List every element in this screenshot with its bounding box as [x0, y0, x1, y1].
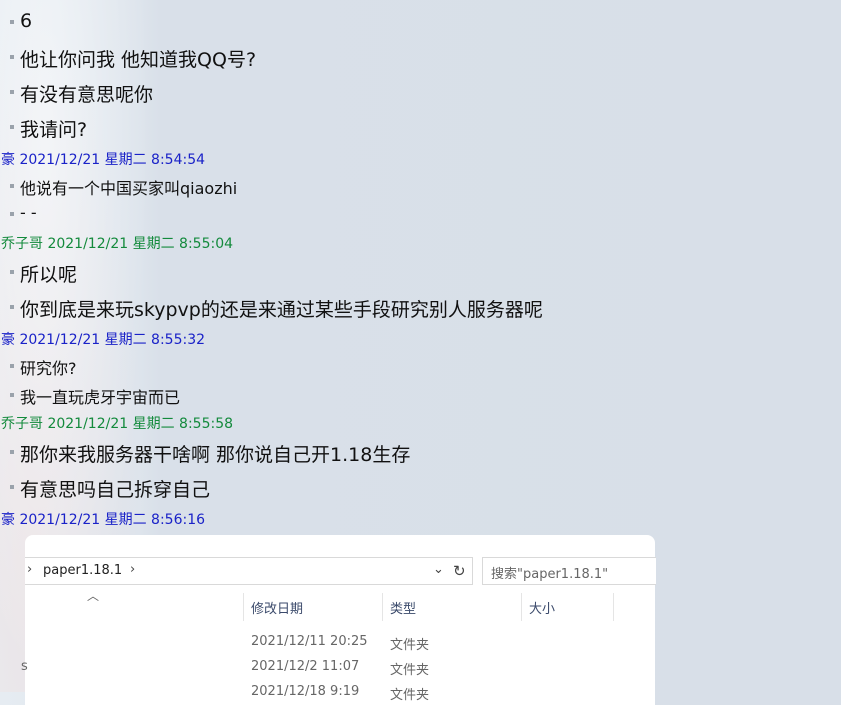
row-type: 文件夹 [390, 638, 430, 653]
row-date: 2021/12/11 20:25 [251, 634, 368, 649]
bullet [10, 184, 14, 188]
bullet [10, 485, 14, 489]
message-text: 研究你? [20, 359, 77, 378]
column-divider [521, 593, 522, 621]
search-placeholder: 搜索"paper1.18.1" [491, 567, 609, 582]
chevron-right-icon: › [27, 562, 33, 577]
search-box: 搜索"paper1.18.1" [482, 557, 656, 585]
row-type: 文件夹 [390, 663, 430, 678]
refresh-icon: ↻ [453, 562, 466, 580]
message-text: 那你来我服务器干啥啊 那你说自己开1.18生存 [20, 444, 411, 466]
message-text: 有没有意思呢你 [20, 84, 154, 106]
explorer-screenshot-image[interactable]: › paper1.18.1 › ⌄ ↻ 搜索"paper1.18.1" ︿ 修改… [21, 535, 656, 705]
bullet [10, 270, 14, 274]
message-header: 乔子哥 2021/12/21 星期二 8:55:04 [1, 236, 234, 252]
bullet [10, 450, 14, 454]
bullet [10, 20, 14, 24]
message-header: 乔子哥 2021/12/21 星期二 8:55:58 [1, 416, 234, 432]
column-divider [613, 593, 614, 621]
bullet [10, 125, 14, 129]
message-text: 你到底是来玩skypvp的还是来通过某些手段研究别人服务器呢 [20, 299, 543, 321]
message-text: 所以呢 [20, 264, 78, 286]
sort-up-icon: ︿ [87, 589, 100, 603]
bullet [10, 55, 14, 59]
message-header: 豪 2021/12/21 星期二 8:56:16 [1, 512, 206, 528]
chevron-down-icon: ⌄ [433, 562, 444, 577]
message-text: - - [20, 203, 37, 222]
message-text: 他说有一个中国买家叫qiaozhi [20, 179, 238, 198]
column-header-type: 类型 [390, 602, 417, 617]
message-header: 豪 2021/12/21 星期二 8:55:32 [1, 332, 206, 348]
chevron-right-icon: › [130, 562, 136, 577]
bullet [10, 393, 14, 397]
column-divider [382, 593, 383, 621]
row-name-clipped: s [21, 659, 28, 674]
bullet [10, 364, 14, 368]
message-text: 6 [20, 10, 33, 32]
column-divider [243, 593, 244, 621]
row-date: 2021/12/2 11:07 [251, 659, 360, 674]
address-bar: › paper1.18.1 › ⌄ [25, 557, 473, 585]
column-header-date: 修改日期 [251, 602, 304, 617]
bullet [10, 212, 14, 216]
path-label: paper1.18.1 [43, 563, 123, 578]
row-type: 文件夹 [390, 688, 430, 703]
message-text: 他让你问我 他知道我QQ号? [20, 49, 257, 71]
message-text: 我请问? [20, 119, 88, 141]
message-text: 有意思吗自己拆穿自己 [20, 479, 211, 501]
column-header-size: 大小 [529, 602, 556, 617]
message-header: 豪 2021/12/21 星期二 8:54:54 [1, 152, 206, 168]
bullet [10, 305, 14, 309]
bullet [10, 90, 14, 94]
message-text: 我一直玩虎牙宇宙而已 [20, 388, 181, 407]
